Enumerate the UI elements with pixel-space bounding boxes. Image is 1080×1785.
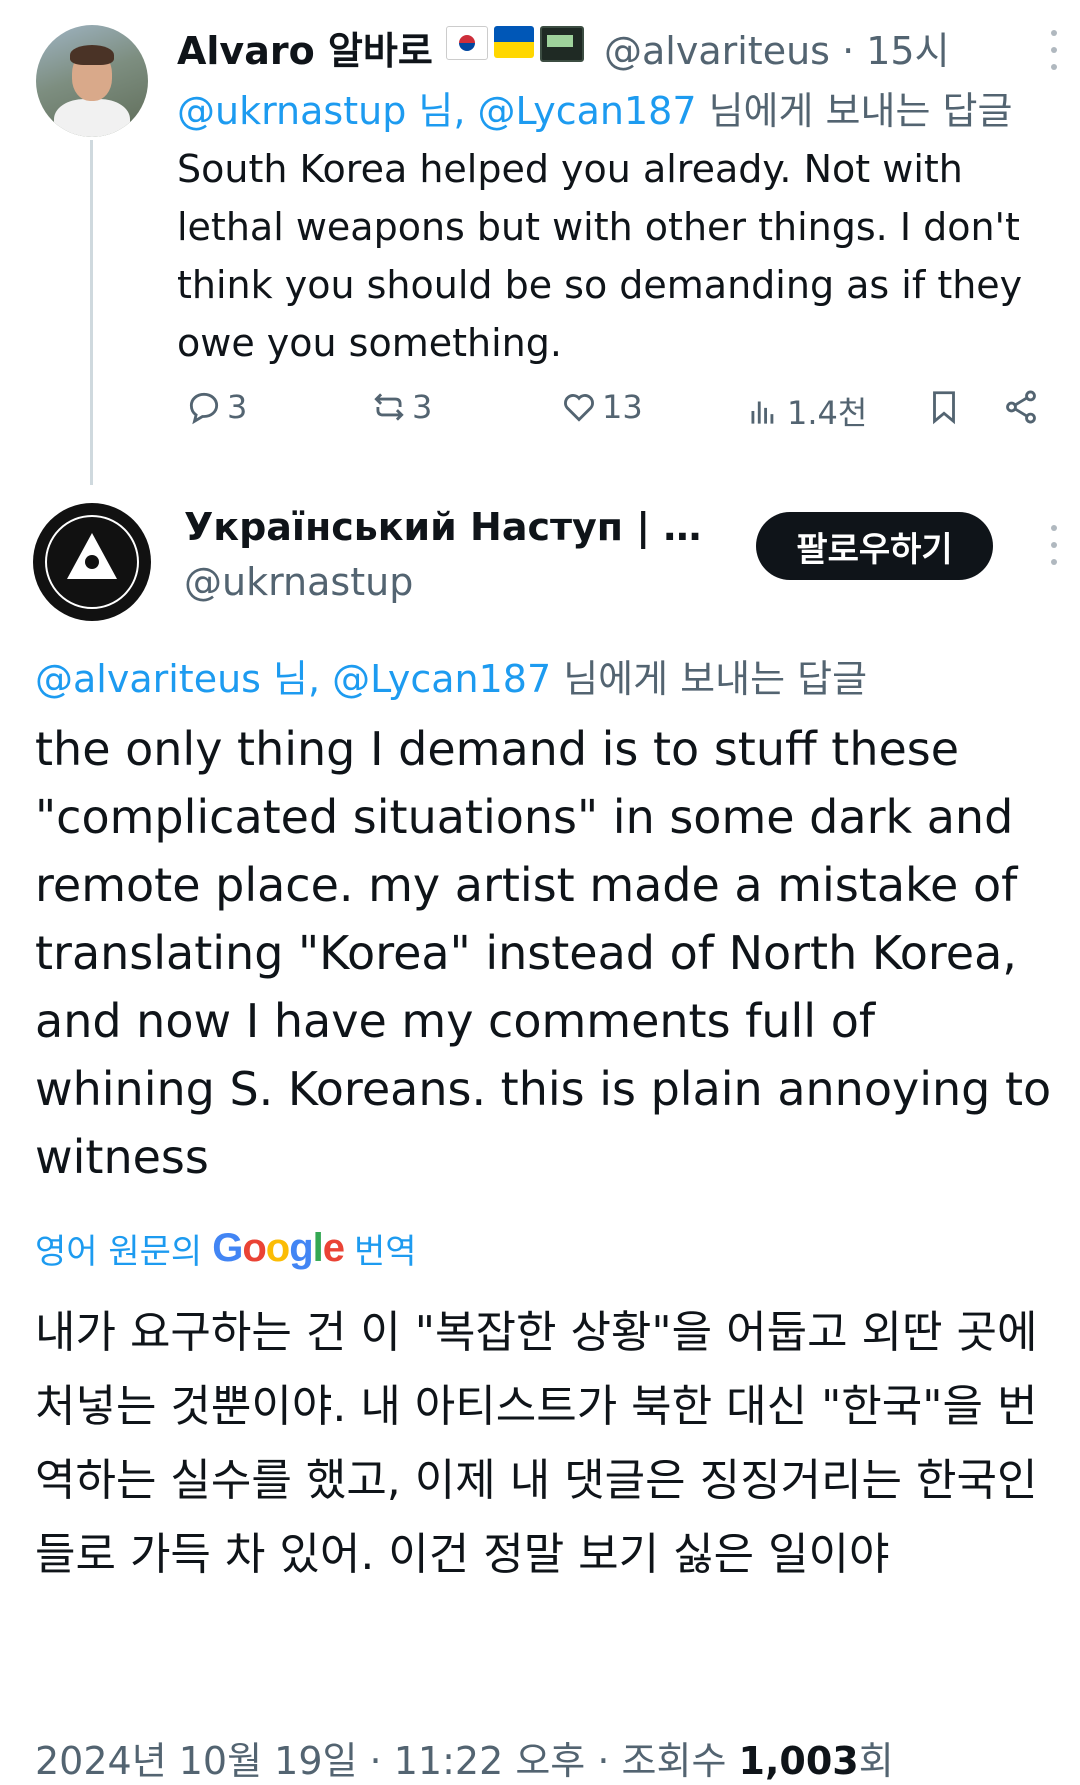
separator-dot: · bbox=[597, 1739, 610, 1783]
views-button[interactable]: 1.4천 bbox=[745, 388, 867, 434]
tweet-text: South Korea helped you already. Not with… bbox=[177, 147, 1023, 365]
author-name[interactable]: Alvaro 알바로 bbox=[177, 20, 433, 75]
reply-button[interactable]: 3 bbox=[185, 388, 247, 426]
author-name[interactable]: Український Наступ | #Ук... bbox=[184, 505, 714, 549]
views-suffix: 회 bbox=[858, 1739, 894, 1783]
action-bar: 3 3 13 1.4천 bbox=[0, 388, 1080, 444]
share-button[interactable] bbox=[1002, 388, 1040, 426]
mention-link[interactable]: @ukrnastup bbox=[177, 89, 406, 133]
reply-to-line: @ukrnastup 님, @Lycan187 님에게 보내는 답글 bbox=[177, 80, 1012, 135]
reply-suffix: 님에게 보내는 답글 bbox=[696, 89, 1013, 133]
more-options-icon[interactable] bbox=[1048, 30, 1060, 70]
mention-link[interactable]: @Lycan187 bbox=[332, 657, 551, 701]
reply-joiner: 님, bbox=[260, 657, 333, 701]
follow-button[interactable]: 팔로우하기 bbox=[756, 512, 993, 580]
avatar[interactable] bbox=[33, 503, 151, 621]
mention-link[interactable]: @Lycan187 bbox=[478, 89, 697, 133]
views-count: 1.4천 bbox=[787, 394, 868, 432]
translation-prefix: 영어 원문의 bbox=[35, 1232, 203, 1272]
reply-joiner: 님, bbox=[406, 89, 478, 133]
retweet-icon bbox=[374, 393, 404, 421]
translation-attribution[interactable]: 영어 원문의 Google 번역 bbox=[35, 1224, 417, 1273]
author-flags bbox=[446, 26, 584, 62]
translated-text: 내가 요구하는 건 이 "복잡한 상황"을 어둡고 외딴 곳에 처넣는 것뿐이야… bbox=[35, 1307, 1038, 1580]
reply-suffix: 님에게 보내는 답글 bbox=[551, 657, 868, 701]
share-icon bbox=[1006, 390, 1036, 424]
timestamp[interactable]: 15시 bbox=[866, 29, 949, 73]
handle-text: @alvariteus bbox=[604, 29, 830, 73]
views-label: 조회수 bbox=[621, 1739, 727, 1783]
tweet-text: the only thing I demand is to stuff thes… bbox=[35, 722, 1052, 1184]
bookmark-button[interactable] bbox=[925, 388, 963, 426]
reply-count: 3 bbox=[227, 388, 248, 426]
retweet-button[interactable]: 3 bbox=[370, 388, 432, 426]
analytics-icon bbox=[751, 401, 774, 424]
retweet-count: 3 bbox=[412, 388, 433, 426]
views-count: 1,003 bbox=[738, 1739, 859, 1783]
reply-to-line: @alvariteus 님, @Lycan187 님에게 보내는 답글 bbox=[35, 648, 867, 703]
tweet-time[interactable]: 11:22 오후 bbox=[394, 1739, 586, 1783]
avatar[interactable] bbox=[36, 25, 148, 137]
south-korea-flag-icon bbox=[446, 26, 488, 60]
author-handle[interactable]: @ukrnastup bbox=[184, 560, 413, 604]
reply-icon bbox=[189, 392, 219, 425]
like-button[interactable]: 13 bbox=[560, 388, 643, 426]
mention-link[interactable]: @alvariteus bbox=[35, 657, 261, 701]
more-options-icon[interactable] bbox=[1048, 525, 1060, 565]
pager-icon bbox=[540, 26, 584, 62]
bookmark-icon bbox=[933, 391, 955, 425]
heart-icon bbox=[564, 394, 594, 422]
separator-dot: · bbox=[369, 1739, 382, 1783]
like-count: 13 bbox=[602, 388, 643, 426]
tweet-metadata: 2024년 10월 19일 · 11:22 오후 · 조회수 1,003회 bbox=[35, 1730, 894, 1785]
author-handle[interactable]: @alvariteus · 15시 bbox=[604, 20, 950, 75]
ukraine-flag-icon bbox=[494, 26, 534, 58]
tweet-date[interactable]: 2024년 10월 19일 bbox=[35, 1739, 357, 1783]
translation-suffix: 번역 bbox=[354, 1232, 417, 1272]
separator-dot: · bbox=[842, 29, 855, 73]
google-logo: Google bbox=[212, 1226, 345, 1270]
